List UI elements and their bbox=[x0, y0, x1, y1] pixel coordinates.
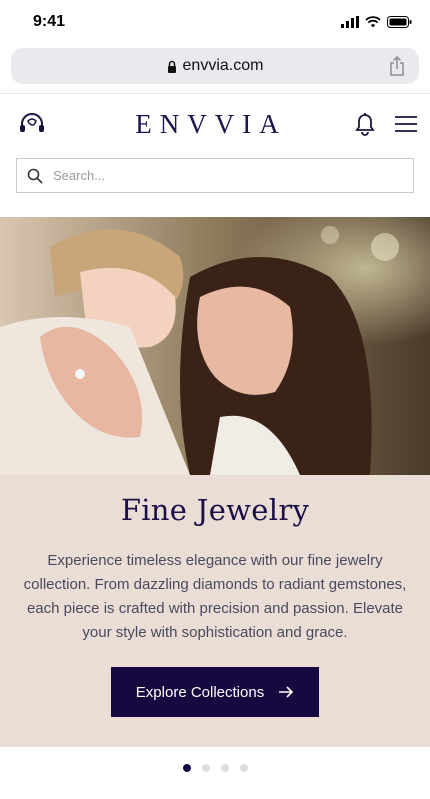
browser-bar: envvia.com bbox=[0, 44, 430, 94]
wifi-icon bbox=[365, 16, 381, 28]
lock-icon bbox=[167, 60, 176, 73]
url-text: envvia.com bbox=[182, 57, 264, 74]
arrow-right-icon bbox=[279, 686, 294, 698]
explore-collections-button[interactable]: Explore Collections bbox=[110, 667, 320, 717]
signal-icon bbox=[341, 16, 359, 28]
status-time: 9:41 bbox=[33, 13, 66, 30]
promo-title: Fine Jewelry bbox=[120, 493, 310, 527]
status-bar: 9:41 bbox=[0, 0, 430, 44]
carousel-dot-4[interactable] bbox=[239, 764, 248, 772]
search-icon bbox=[27, 168, 43, 184]
carousel-dot-3[interactable] bbox=[220, 764, 229, 772]
explore-collections-label: Explore Collections bbox=[135, 683, 265, 701]
carousel-pagination bbox=[0, 764, 430, 772]
brand-logo[interactable]: ENVVIA bbox=[135, 109, 286, 140]
battery-icon bbox=[387, 16, 412, 28]
share-icon[interactable] bbox=[389, 56, 405, 76]
bell-icon[interactable] bbox=[354, 111, 376, 137]
search-box[interactable] bbox=[16, 158, 414, 193]
promo-section: Fine Jewelry Experience timeless eleganc… bbox=[0, 475, 430, 747]
site-header: ENVVIA bbox=[0, 94, 430, 154]
address-bar[interactable]: envvia.com bbox=[11, 48, 419, 84]
carousel-dot-1[interactable] bbox=[182, 764, 191, 772]
search-container bbox=[0, 154, 430, 193]
hero-photo bbox=[0, 217, 430, 475]
search-input[interactable] bbox=[53, 168, 353, 183]
carousel-dot-2[interactable] bbox=[201, 764, 210, 772]
hero-image bbox=[0, 217, 430, 475]
header-actions bbox=[354, 111, 418, 137]
promo-description: Experience timeless elegance with our fi… bbox=[23, 552, 407, 641]
menu-icon[interactable] bbox=[394, 115, 418, 133]
status-icons bbox=[341, 16, 412, 28]
support-icon[interactable] bbox=[18, 112, 46, 136]
